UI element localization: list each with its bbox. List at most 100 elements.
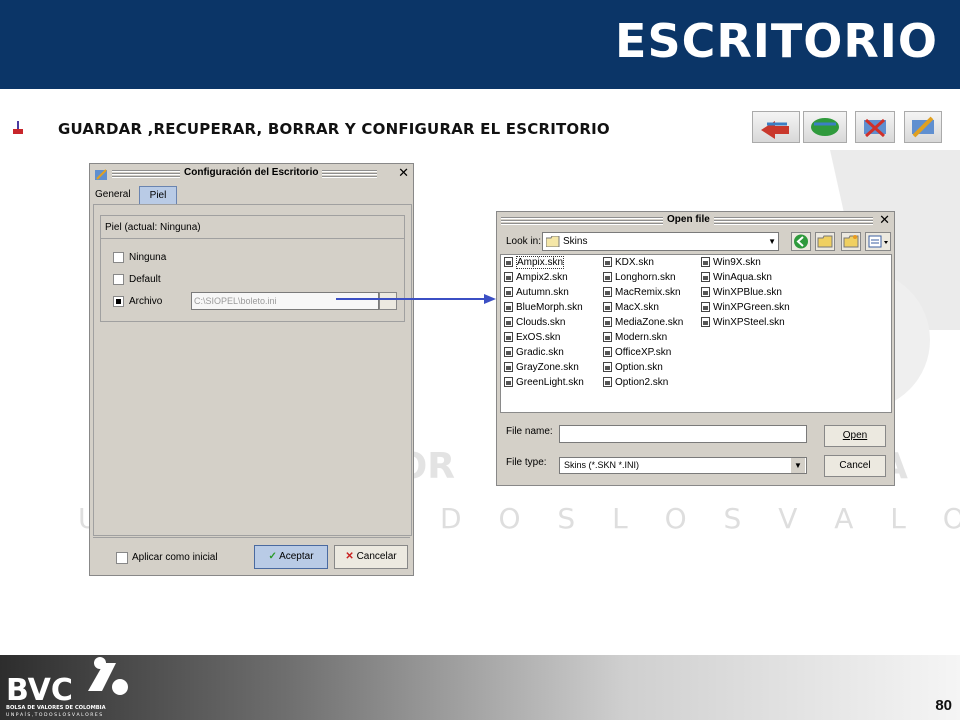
save-desktop-button[interactable]	[752, 111, 800, 143]
file-type-label: File type:	[506, 457, 547, 468]
configure-desktop-icon	[912, 116, 934, 138]
dialog-title: Configuración del Escritorio	[180, 167, 323, 178]
file-list-item-label: GreenLight.skn	[516, 377, 584, 388]
cancel-label: Cancelar	[356, 551, 397, 562]
file-list-item[interactable]: BlueMorph.skn	[504, 302, 583, 316]
apply-initial-label: Aplicar como inicial	[132, 552, 218, 563]
logo-line2: U N P A Í S , T O D O S L O S V A L O R …	[6, 711, 102, 718]
skin-file-icon	[603, 377, 612, 387]
accept-label: Aceptar	[279, 551, 314, 562]
file-list-item-label: WinAqua.skn	[713, 272, 772, 283]
back-button[interactable]	[791, 232, 811, 251]
file-list-item[interactable]: Autumn.skn	[504, 287, 569, 301]
skin-file-icon	[701, 272, 710, 282]
file-list-item[interactable]: GrayZone.skn	[504, 362, 579, 376]
file-list-item[interactable]: WinXPBlue.skn	[701, 287, 782, 301]
connector-arrow	[336, 294, 496, 304]
tab-piel[interactable]: Piel	[139, 186, 177, 205]
option-ninguna-checkbox[interactable]	[113, 252, 124, 263]
slide-header: ESCRITORIO	[0, 0, 960, 89]
file-list-item[interactable]: MacRemix.skn	[603, 287, 681, 301]
skin-file-icon	[603, 362, 612, 372]
bullet-icon	[13, 121, 23, 134]
skin-file-icon	[603, 332, 612, 342]
file-list-item-label: Option2.skn	[615, 377, 669, 388]
file-list-item[interactable]: Clouds.skn	[504, 317, 565, 331]
file-list-item[interactable]: MediaZone.skn	[603, 317, 683, 331]
tab-general[interactable]: General	[95, 189, 131, 200]
file-list-item[interactable]: Ampix2.skn	[504, 272, 568, 286]
file-list-item-label: BlueMorph.skn	[516, 302, 583, 313]
skin-file-icon	[504, 272, 513, 282]
option-default-checkbox[interactable]	[113, 274, 124, 285]
accept-button[interactable]: ✓ Aceptar	[254, 545, 328, 569]
file-list-item[interactable]: KDX.skn	[603, 257, 654, 271]
check-icon: ✓	[268, 551, 277, 562]
option-ninguna-label: Ninguna	[129, 252, 167, 263]
file-list-item[interactable]: ExOS.skn	[504, 332, 560, 346]
file-list-item[interactable]: MacX.skn	[603, 302, 659, 316]
file-list-item[interactable]: Option.skn	[603, 362, 663, 376]
file-list-item[interactable]: Modern.skn	[603, 332, 667, 346]
file-list-item-label: MediaZone.skn	[615, 317, 684, 328]
delete-desktop-icon	[864, 118, 886, 138]
look-in-label: Look in:	[506, 236, 542, 247]
file-list-item[interactable]: WinXPSteel.skn	[701, 317, 785, 331]
file-list-item[interactable]: OfficeXP.skn	[603, 347, 671, 361]
option-archivo-checkbox[interactable]	[113, 296, 124, 307]
skin-file-icon	[504, 332, 513, 342]
cancel-button[interactable]: ✕ Cancelar	[334, 545, 408, 569]
delete-desktop-button[interactable]	[855, 111, 895, 143]
open-close-icon[interactable]: ✕	[879, 213, 890, 227]
open-file-dialog: Open file ✕ Look in: Skins ▼ Ampix.skn Am…	[496, 211, 895, 486]
new-folder-icon	[843, 235, 859, 248]
file-list-item-label: Longhorn.skn	[615, 272, 676, 283]
skin-file-icon	[603, 257, 612, 267]
file-list-item[interactable]: Win9X.skn	[701, 257, 761, 271]
skin-file-icon	[603, 317, 612, 327]
file-list-item-label: Win9X.skn	[713, 257, 761, 268]
file-list-item[interactable]: GreenLight.skn	[504, 377, 584, 391]
new-folder-button[interactable]	[841, 232, 861, 251]
file-type-value: Skins (*.SKN *.INI)	[564, 460, 640, 470]
apply-initial-checkbox[interactable]	[116, 552, 128, 564]
configure-desktop-button[interactable]	[904, 111, 942, 143]
file-list-item[interactable]: Gradic.skn	[504, 347, 564, 361]
look-in-value: Skins	[563, 236, 588, 247]
open-dialog-title: Open file	[663, 214, 714, 225]
file-list-item-label: Clouds.skn	[516, 317, 566, 328]
option-default-label: Default	[129, 274, 161, 285]
file-name-input[interactable]	[559, 425, 807, 443]
skin-file-icon	[603, 287, 612, 297]
chevron-down-icon: ▼	[768, 237, 776, 246]
page-number: 80	[935, 697, 952, 714]
slide-subtitle: GUARDAR ,RECUPERAR, BORRAR Y CONFIGURAR …	[58, 120, 610, 138]
file-list-item-label: OfficeXP.skn	[615, 347, 672, 358]
file-list-item[interactable]: Longhorn.skn	[603, 272, 676, 286]
folder-icon	[546, 236, 560, 247]
file-list-item-label: WinXPGreen.skn	[713, 302, 790, 313]
tab-panel: Piel (actual: Ninguna) Ninguna Default A…	[93, 204, 412, 536]
file-list-item[interactable]: Ampix.skn	[504, 256, 565, 271]
skin-group-label: Piel (actual: Ninguna)	[105, 222, 201, 233]
file-list-item-label: Option.skn	[615, 362, 663, 373]
file-type-select[interactable]: Skins (*.SKN *.INI) ▼	[559, 457, 807, 474]
recover-desktop-icon	[811, 118, 839, 136]
file-list-item[interactable]: WinAqua.skn	[701, 272, 772, 286]
file-list-item-label: GrayZone.skn	[516, 362, 579, 373]
recover-desktop-button[interactable]	[803, 111, 847, 143]
look-in-select[interactable]: Skins ▼	[542, 232, 779, 251]
up-folder-button[interactable]	[815, 232, 835, 251]
open-button[interactable]: Open	[824, 425, 886, 447]
slide-footer	[0, 655, 960, 720]
view-menu-button[interactable]	[865, 232, 891, 251]
open-titlebar: Open file ✕	[497, 212, 894, 230]
close-icon[interactable]: ✕	[398, 166, 409, 180]
file-list-item[interactable]: Option2.skn	[603, 377, 668, 391]
file-list-item-label: Ampix.skn	[516, 256, 565, 269]
file-list-item-label: Gradic.skn	[516, 347, 564, 358]
file-list-item[interactable]: WinXPGreen.skn	[701, 302, 790, 316]
skin-file-icon	[504, 362, 513, 372]
file-list-item-label: Modern.skn	[615, 332, 668, 343]
open-cancel-button[interactable]: Cancel	[824, 455, 886, 477]
